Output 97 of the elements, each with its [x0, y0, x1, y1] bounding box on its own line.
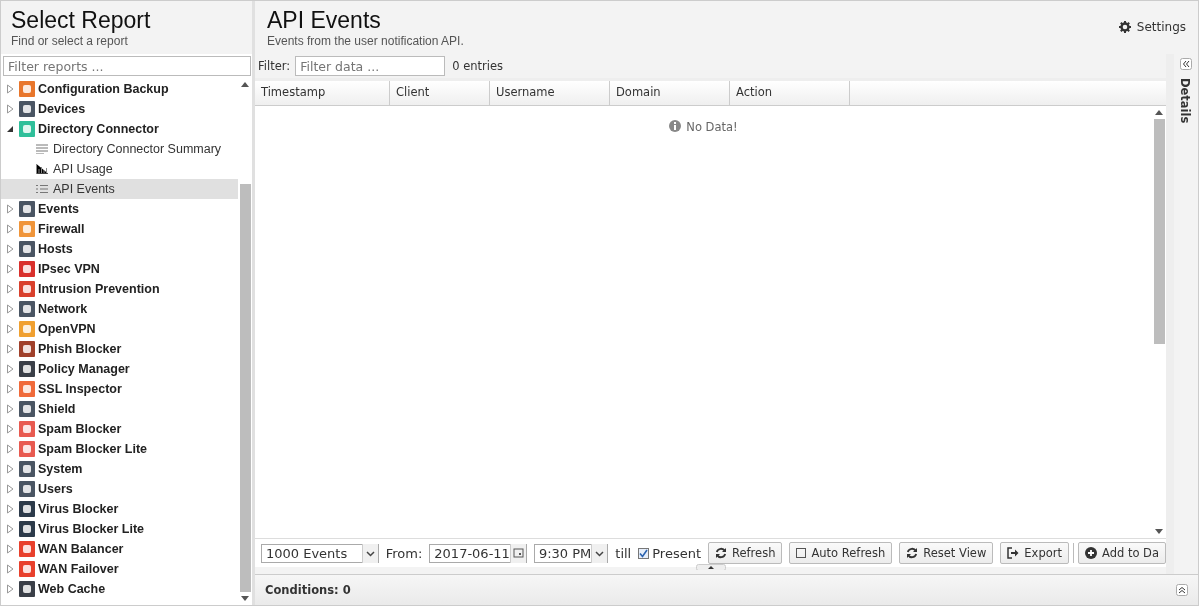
tree-item[interactable]: Intrusion Prevention — [38, 282, 160, 296]
info-icon — [669, 120, 682, 132]
toolbar-button[interactable]: Reset View — [899, 542, 994, 564]
toolbar-button[interactable]: Auto Refresh — [789, 542, 893, 564]
filter-label: Filter: — [258, 59, 291, 73]
list-icon — [36, 184, 48, 194]
till-label: till — [615, 545, 632, 561]
bar-chart-icon — [36, 164, 48, 174]
sidebar-title: Select Report — [11, 7, 152, 34]
expand-arrow-icon[interactable] — [6, 584, 14, 594]
tree-item[interactable]: Firewall — [38, 222, 85, 236]
empty-message: No Data! — [686, 120, 738, 134]
expand-arrow-icon[interactable] — [6, 244, 14, 254]
tree-item[interactable]: IPsec VPN — [38, 262, 100, 276]
tree-item[interactable]: Directory Connector — [38, 122, 159, 136]
tree-item[interactable]: Devices — [38, 102, 86, 116]
expand-up-icon — [1176, 584, 1188, 596]
collapse-arrow-icon[interactable] — [6, 125, 14, 133]
tree-item[interactable]: Policy Manager — [38, 362, 130, 376]
column-header[interactable]: Domain — [610, 81, 730, 105]
scrollbar-thumb[interactable] — [1153, 119, 1165, 344]
search-field[interactable]: Filter reports ... — [3, 56, 251, 76]
tree-item[interactable]: Network — [38, 302, 88, 316]
limit-dropdown[interactable]: 1000 Events — [261, 543, 379, 563]
expand-arrow-icon[interactable] — [6, 504, 14, 514]
expand-arrow-icon[interactable] — [6, 404, 14, 414]
refresh-icon — [906, 547, 919, 559]
tree-item[interactable]: Virus Blocker — [38, 502, 119, 516]
tree-item[interactable]: Users — [38, 482, 73, 496]
tree-item[interactable]: Spam Blocker Lite — [38, 442, 148, 456]
expand-arrow-icon[interactable] — [6, 524, 14, 534]
expand-arrow-icon[interactable] — [6, 564, 14, 574]
tree-item[interactable]: SSL Inspector — [38, 382, 122, 396]
expand-arrow-icon[interactable] — [6, 484, 14, 494]
column-header[interactable]: Timestamp — [255, 81, 390, 105]
toolbar-button[interactable]: Export — [1000, 542, 1069, 564]
settings-icon — [1118, 21, 1131, 33]
export-icon — [1007, 547, 1020, 559]
scroll-down-icon — [1155, 529, 1163, 534]
scroll-up-icon — [1155, 110, 1163, 115]
tree-item[interactable]: Web Cache — [38, 582, 106, 596]
tree-item[interactable]: System — [38, 462, 83, 476]
sidebar-subtitle: Find or select a report — [11, 34, 129, 49]
column-header[interactable]: Username — [490, 81, 610, 105]
expand-panel-icon — [1180, 58, 1192, 70]
conditions-bar[interactable]: Conditions: 0 — [255, 574, 1198, 605]
calendar-icon — [509, 543, 526, 563]
expand-arrow-icon[interactable] — [6, 384, 14, 394]
expand-arrow-icon[interactable] — [6, 224, 14, 234]
filter-field[interactable]: Filter data ... — [295, 56, 446, 76]
time-dropdown[interactable]: 9:30 PM — [533, 543, 609, 563]
expand-arrow-icon[interactable] — [6, 84, 14, 94]
tree-item[interactable]: Spam Blocker — [38, 422, 122, 436]
expand-arrow-icon[interactable] — [6, 304, 14, 314]
expand-arrow-icon[interactable] — [6, 364, 14, 374]
expand-arrow-icon[interactable] — [6, 264, 14, 274]
report-title: API Events — [267, 7, 382, 34]
expand-arrow-icon[interactable] — [6, 204, 14, 214]
expand-arrow-icon[interactable] — [6, 444, 14, 454]
expand-arrow-icon[interactable] — [6, 464, 14, 474]
toolbar-button[interactable]: Refresh — [708, 542, 783, 564]
column-header[interactable]: Action — [730, 81, 850, 105]
tree-item[interactable]: API Events — [1, 179, 238, 199]
tree-item[interactable]: WAN Failover — [38, 562, 119, 576]
date-field[interactable]: 2017-06-11 — [429, 543, 527, 563]
tree-item[interactable]: Virus Blocker Lite — [38, 522, 145, 536]
tree-item[interactable]: WAN Balancer — [38, 542, 124, 556]
expand-arrow-icon[interactable] — [6, 284, 14, 294]
tree-item[interactable]: API Usage — [1, 159, 238, 179]
expand-arrow-icon[interactable] — [6, 344, 14, 354]
add-icon — [1084, 547, 1097, 559]
expand-arrow-icon[interactable] — [6, 324, 14, 334]
tree-item[interactable]: Hosts — [38, 242, 73, 256]
toolbar-button[interactable]: Add to Da — [1077, 542, 1166, 564]
scrollbar-thumb[interactable] — [239, 184, 251, 592]
entry-count: 0 entries — [452, 59, 503, 73]
tree-item[interactable]: Phish Blocker — [38, 342, 122, 356]
details-panel[interactable]: Details — [1174, 54, 1198, 574]
tree-item[interactable]: Configuration Backup — [38, 82, 169, 96]
checkbox-label: Present — [652, 545, 701, 561]
column-header[interactable]: Client — [390, 81, 490, 105]
tree-item[interactable]: Shield — [38, 402, 76, 416]
refresh-icon — [715, 547, 727, 559]
checkbox[interactable] — [638, 547, 650, 559]
scroll-up-icon — [241, 82, 249, 87]
scroll-down-icon — [241, 596, 249, 601]
report-subtitle: Events from the user notification API. — [267, 34, 464, 49]
check-icon — [639, 548, 649, 558]
text-lines-icon — [36, 144, 48, 154]
expand-arrow-icon[interactable] — [6, 424, 14, 434]
tree-item[interactable]: Events — [38, 202, 79, 216]
expand-arrow-icon[interactable] — [6, 544, 14, 554]
tree-item[interactable]: Directory Connector Summary — [1, 139, 238, 159]
from-label: From: — [385, 545, 423, 561]
tree-item[interactable]: OpenVPN — [38, 322, 96, 336]
expand-arrow-icon[interactable] — [6, 104, 14, 114]
settings-button[interactable]: Settings — [1118, 20, 1186, 34]
